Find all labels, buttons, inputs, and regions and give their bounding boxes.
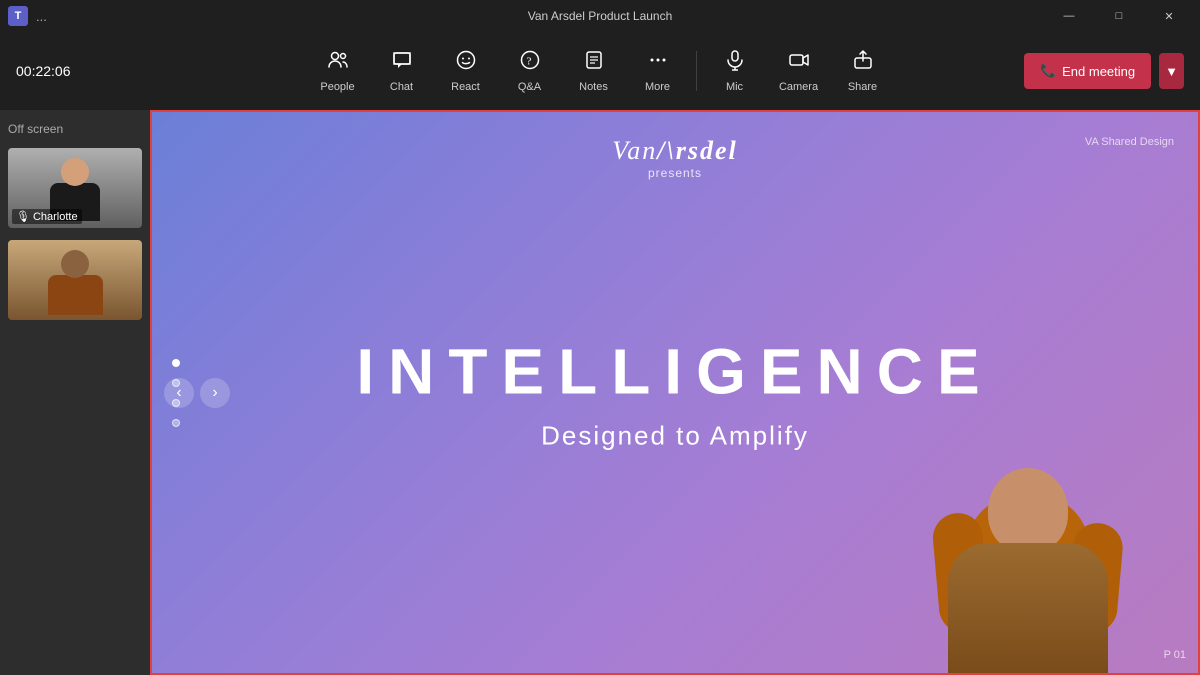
slide-headline: INTELLIGENCE xyxy=(356,334,993,408)
qa-icon: ? xyxy=(519,49,541,77)
react-icon xyxy=(455,49,477,77)
notes-icon xyxy=(583,49,605,77)
people-label: People xyxy=(320,81,354,93)
react-label: React xyxy=(451,81,480,93)
svg-text:?: ? xyxy=(526,56,531,68)
participant-2-thumb[interactable] xyxy=(8,240,142,320)
slide-dot-4[interactable] xyxy=(172,419,180,427)
notes-label: Notes xyxy=(579,81,608,93)
notes-button[interactable]: Notes xyxy=(564,41,624,101)
close-button[interactable]: ✕ xyxy=(1146,0,1192,32)
slide-logo-text: Van/\rsdel xyxy=(612,136,737,166)
chat-label: Chat xyxy=(390,81,413,93)
titlebar-dots[interactable]: ... xyxy=(36,9,47,24)
titlebar-left: T ... xyxy=(8,6,47,26)
end-phone-icon: 📞 xyxy=(1040,63,1056,79)
titlebar: T ... Van Arsdel Product Launch — □ ✕ xyxy=(0,0,1200,32)
meeting-timer: 00:22:06 xyxy=(16,63,71,79)
presenter-overlay xyxy=(918,433,1138,673)
camera-label: Camera xyxy=(779,81,818,93)
end-meeting-label: End meeting xyxy=(1062,64,1135,79)
more-button[interactable]: More xyxy=(628,41,688,101)
charlotte-mic-icon: 🎙 xyxy=(16,210,30,223)
react-button[interactable]: React xyxy=(436,41,496,101)
slide-page-number: P 01 xyxy=(1164,649,1186,661)
slide-logo-sub: presents xyxy=(612,166,737,180)
window-controls: — □ ✕ xyxy=(1046,0,1192,32)
toolbar-divider xyxy=(696,51,697,91)
qa-button[interactable]: ? Q&A xyxy=(500,41,560,101)
more-icon xyxy=(647,49,669,77)
mic-button[interactable]: Mic xyxy=(705,41,765,101)
teams-icon: T xyxy=(8,6,28,26)
people-button[interactable]: People xyxy=(308,41,368,101)
charlotte-name: Charlotte xyxy=(33,211,78,223)
toolbar-center: People Chat React ? Q&A Notes xyxy=(308,41,893,101)
chevron-left-icon: ‹ xyxy=(176,384,181,402)
participants-sidebar: Off screen 🎙 Charlotte xyxy=(0,110,150,675)
share-label: Share xyxy=(848,81,877,93)
share-icon xyxy=(852,49,874,77)
mic-label: Mic xyxy=(726,81,743,93)
mic-icon xyxy=(724,49,746,77)
minimize-button[interactable]: — xyxy=(1046,0,1092,32)
charlotte-name-tag: 🎙 Charlotte xyxy=(12,209,82,224)
camera-button[interactable]: Camera xyxy=(769,41,829,101)
end-meeting-button[interactable]: 📞 End meeting xyxy=(1024,53,1151,89)
chat-button[interactable]: Chat xyxy=(372,41,432,101)
chevron-down-icon: ▼ xyxy=(1165,64,1178,79)
chevron-right-icon: › xyxy=(212,384,217,402)
participant-charlotte-thumb[interactable]: 🎙 Charlotte xyxy=(8,148,142,228)
qa-label: Q&A xyxy=(518,81,541,93)
people-icon xyxy=(327,49,349,77)
maximize-button[interactable]: □ xyxy=(1096,0,1142,32)
offscreen-label: Off screen xyxy=(8,118,142,140)
slide-prev-button[interactable]: ‹ xyxy=(164,378,194,408)
more-label: More xyxy=(645,81,670,93)
slide-subheadline: Designed to Amplify xyxy=(356,420,993,451)
toolbar-right: 📞 End meeting ▼ xyxy=(1024,53,1184,89)
toolbar-left: 00:22:06 xyxy=(16,63,71,79)
slide-watermark: VA Shared Design xyxy=(1085,136,1174,148)
slide-dot-1[interactable] xyxy=(172,359,180,367)
presentation-area: ‹ › Van/\rsdel presents VA Shared Design… xyxy=(150,110,1200,675)
slide-main-content: INTELLIGENCE Designed to Amplify xyxy=(356,334,993,451)
meeting-toolbar: 00:22:06 People Chat React ? Q&A xyxy=(0,32,1200,110)
camera-icon xyxy=(788,49,810,77)
slide-next-button[interactable]: › xyxy=(200,378,230,408)
slide-logo: Van/\rsdel presents xyxy=(612,136,737,180)
chat-icon xyxy=(391,49,413,77)
end-meeting-chevron[interactable]: ▼ xyxy=(1159,53,1184,89)
main-content: Off screen 🎙 Charlotte xyxy=(0,110,1200,675)
share-button[interactable]: Share xyxy=(833,41,893,101)
window-title: Van Arsdel Product Launch xyxy=(528,9,673,23)
